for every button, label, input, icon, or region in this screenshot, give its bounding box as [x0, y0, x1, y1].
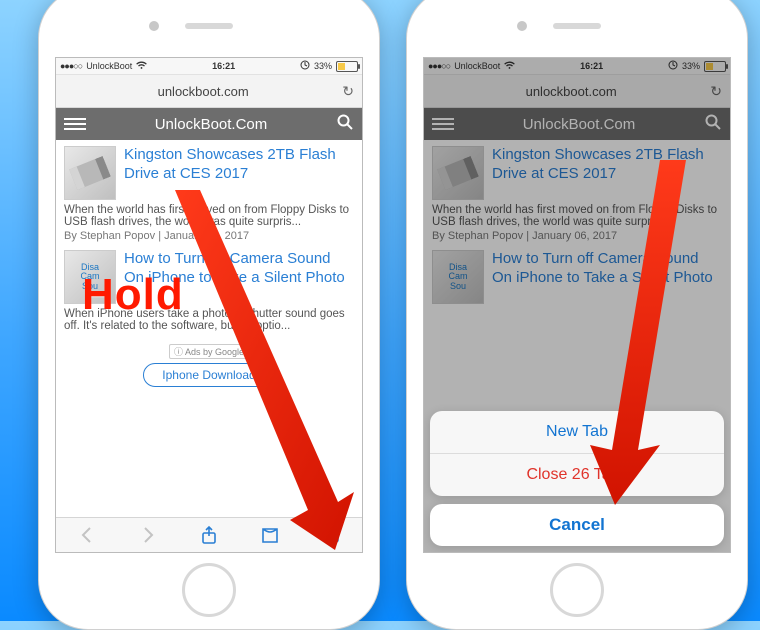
- safari-url-bar[interactable]: unlockboot.com ↻: [56, 75, 362, 108]
- site-header: UnlockBoot.Com: [56, 108, 362, 140]
- screen-right: ●●●○○ UnlockBoot 16:21 33% unlockboot.co…: [423, 57, 731, 553]
- clock-label: 16:21: [147, 61, 300, 71]
- phone-camera-dot: [517, 21, 527, 31]
- rotation-lock-icon: [300, 60, 310, 72]
- back-icon[interactable]: [77, 525, 97, 545]
- hamburger-menu-icon[interactable]: [64, 118, 86, 130]
- phone-speaker: [553, 23, 601, 29]
- ad-button[interactable]: Iphone Download: [143, 363, 274, 387]
- post-1-title[interactable]: Kingston Showcases 2TB Flash Drive at CE…: [124, 146, 354, 200]
- status-bar: ●●●○○ UnlockBoot 16:21 33%: [56, 58, 362, 75]
- action-sheet: New Tab Close 26 Tabs Cancel: [430, 411, 724, 546]
- phone-camera-dot: [149, 21, 159, 31]
- battery-percent: 33%: [314, 61, 332, 71]
- wifi-icon: [136, 61, 147, 72]
- post-1: Kingston Showcases 2TB Flash Drive at CE…: [64, 146, 354, 242]
- ad-label: ⓘ Ads by Google: [169, 344, 249, 359]
- site-title: UnlockBoot.Com: [86, 116, 336, 133]
- battery-icon: [336, 61, 358, 72]
- share-icon[interactable]: [199, 525, 219, 545]
- search-icon[interactable]: [336, 113, 354, 136]
- post-1-excerpt: When the world has first moved on from F…: [64, 204, 354, 228]
- bookmarks-icon[interactable]: [260, 525, 280, 545]
- tabs-icon[interactable]: [321, 525, 341, 545]
- new-tab-button[interactable]: New Tab: [430, 411, 724, 453]
- carrier-label: UnlockBoot: [86, 61, 132, 71]
- phone-speaker: [185, 23, 233, 29]
- iphone-mock-right: ●●●○○ UnlockBoot 16:21 33% unlockboot.co…: [406, 0, 748, 630]
- close-tabs-button[interactable]: Close 26 Tabs: [430, 453, 724, 496]
- cancel-button[interactable]: Cancel: [430, 504, 724, 546]
- safari-toolbar: [56, 517, 362, 552]
- page-content: Kingston Showcases 2TB Flash Drive at CE…: [56, 140, 362, 387]
- action-sheet-group: New Tab Close 26 Tabs: [430, 411, 724, 496]
- home-button[interactable]: [550, 563, 604, 617]
- post-1-thumb-usb-icon: [64, 146, 116, 200]
- signal-dots-icon: ●●●○○: [60, 61, 82, 71]
- url-text: unlockboot.com: [64, 84, 342, 99]
- annotation-hold-label: Hold: [82, 270, 184, 320]
- home-button[interactable]: [182, 563, 236, 617]
- ad-block: ⓘ Ads by Google Iphone Download: [64, 340, 354, 387]
- forward-icon[interactable]: [138, 525, 158, 545]
- post-1-byline: By Stephan Popov | January 06, 2017: [64, 230, 354, 242]
- reload-icon[interactable]: ↻: [342, 83, 354, 100]
